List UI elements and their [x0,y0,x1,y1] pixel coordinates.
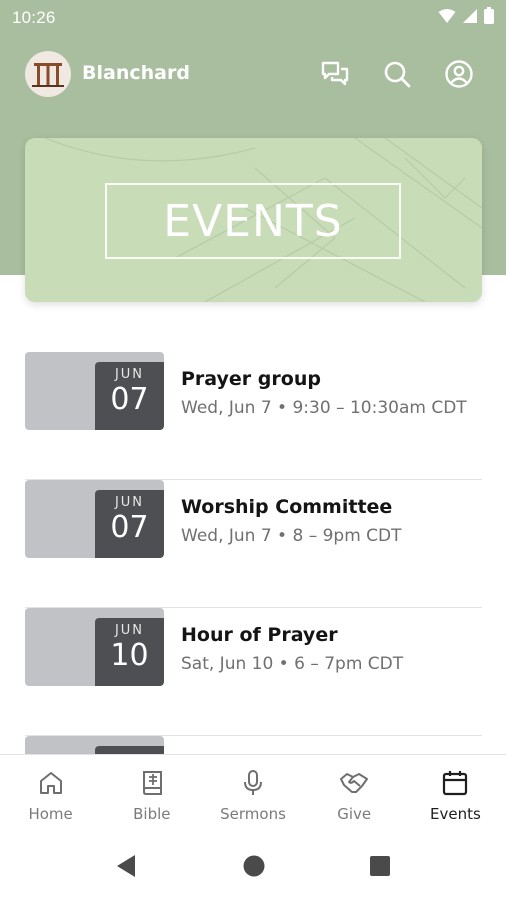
system-navigation-bar [0,832,506,900]
status-time: 10:26 [12,8,56,27]
calendar-icon [440,768,470,798]
event-title: Worship Committee [181,496,393,518]
date-badge [95,746,164,754]
events-banner: EVENTS [25,138,482,302]
event-thumbnail: JUN 07 [25,480,164,558]
date-badge: JUN 07 [95,490,164,558]
event-day: 07 [110,510,149,545]
bible-icon [137,768,167,798]
wifi-icon [438,8,456,29]
event-day: 10 [110,638,149,673]
app-bar: Blanchard [0,48,506,100]
nav-label-bible: Bible [133,805,171,823]
cellular-signal-icon [462,8,478,29]
nav-item-home[interactable]: Home [0,755,101,832]
recents-square-icon [370,856,390,876]
church-logo-icon [32,63,64,87]
date-badge: JUN 07 [95,362,164,430]
back-icon [117,855,135,877]
nav-label-give: Give [337,805,372,823]
church-logo-avatar[interactable] [25,51,71,97]
event-item[interactable]: JUN 07 Worship Committee Wed, Jun 7 • 8 … [25,480,482,608]
event-month: JUN [114,367,145,382]
date-badge: JUN 10 [95,618,164,686]
battery-icon [484,7,494,29]
microphone-icon [238,768,268,798]
organization-name: Blanchard [82,62,190,84]
chat-icon [321,61,349,86]
event-datetime: Wed, Jun 7 • 9:30 – 10:30am CDT [181,398,467,418]
event-month: JUN [114,495,145,510]
event-datetime: Sat, Jun 10 • 6 – 7pm CDT [181,654,404,674]
event-datetime: Wed, Jun 7 • 8 – 9pm CDT [181,526,402,546]
event-day: 07 [110,382,149,417]
banner-title: EVENTS [163,195,343,247]
chat-button[interactable] [319,58,351,90]
recents-button[interactable] [366,852,394,880]
event-title: Prayer group [181,368,321,390]
nav-label-events: Events [430,805,481,823]
event-item[interactable] [25,736,482,754]
status-bar: 10:26 [0,0,506,36]
nav-item-give[interactable]: Give [304,755,405,832]
nav-label-sermons: Sermons [220,805,286,823]
event-title: Hour of Prayer [181,624,338,646]
event-thumbnail [25,736,164,754]
home-icon [36,768,66,798]
nav-item-sermons[interactable]: Sermons [202,755,303,832]
nav-item-bible[interactable]: Bible [101,755,202,832]
search-icon [384,61,411,88]
event-item[interactable]: JUN 07 Prayer group Wed, Jun 7 • 9:30 – … [25,352,482,480]
event-thumbnail: JUN 10 [25,608,164,686]
home-system-button[interactable] [240,852,268,880]
search-button[interactable] [381,58,413,90]
home-circle-icon [243,855,265,877]
profile-button[interactable] [443,58,475,90]
handshake-icon [339,768,369,798]
bottom-navigation: Home Bible Sermons Give Events [0,754,506,832]
account-circle-icon [445,60,473,88]
event-thumbnail: JUN 07 [25,352,164,430]
event-month: JUN [114,623,145,638]
banner-frame: EVENTS [105,183,401,259]
nav-label-home: Home [28,805,73,823]
back-button[interactable] [112,852,140,880]
event-item[interactable]: JUN 10 Hour of Prayer Sat, Jun 10 • 6 – … [25,608,482,736]
event-list: JUN 07 Prayer group Wed, Jun 7 • 9:30 – … [25,352,482,754]
status-icons [438,7,494,29]
nav-item-events[interactable]: Events [405,755,506,832]
